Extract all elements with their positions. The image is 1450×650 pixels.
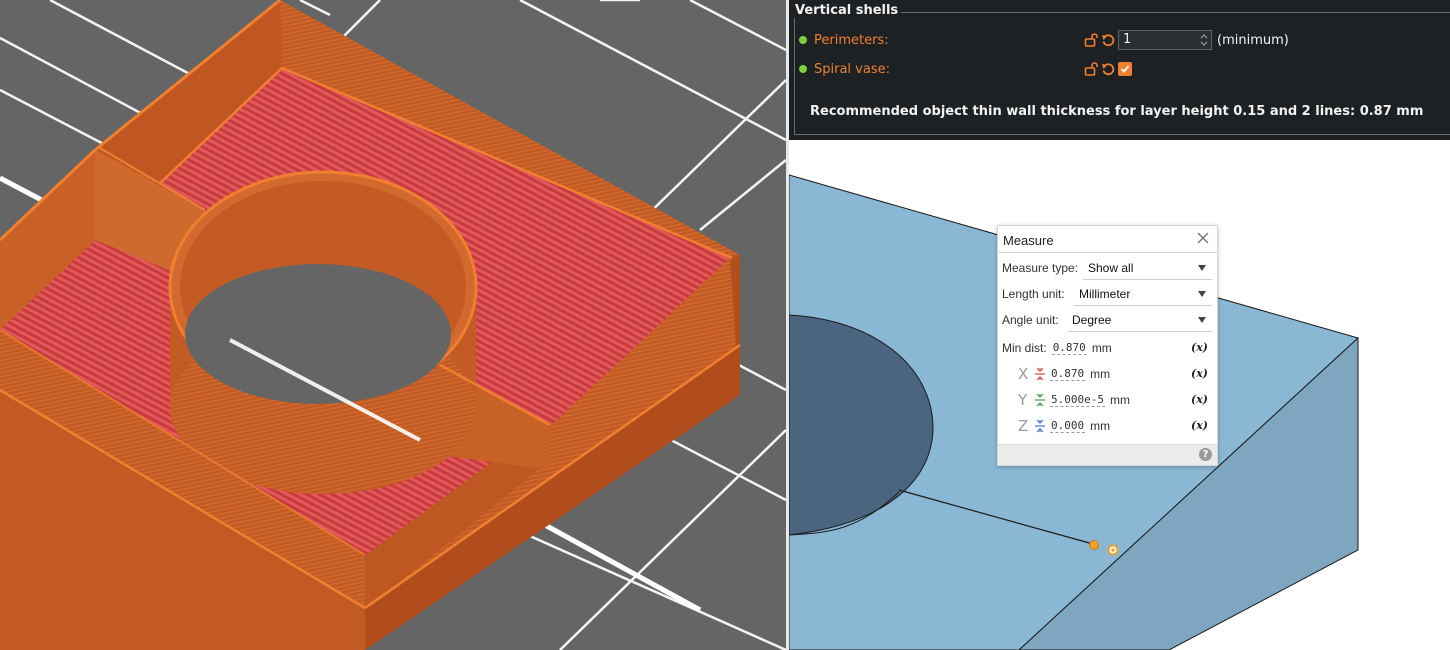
perimeters-value: 1: [1123, 32, 1132, 47]
modified-dot-icon: [799, 36, 807, 44]
close-icon[interactable]: [1197, 232, 1209, 244]
lock-open-icon[interactable]: [1084, 33, 1098, 47]
help-icon[interactable]: ?: [1199, 448, 1212, 461]
length-unit-label: Length unit:: [1002, 287, 1065, 301]
measure-dialog: Measure Measure type: Show all Length un…: [997, 225, 1218, 466]
measure-header: Measure: [998, 226, 1217, 253]
z-axis-label: Z: [1018, 417, 1029, 435]
min-dist-unit: mm: [1091, 341, 1112, 355]
spiral-vase-label: Spiral vase:: [814, 61, 890, 77]
y-axis-label: Y: [1018, 391, 1028, 409]
distance-icon: [1035, 419, 1045, 433]
angle-unit-row: Angle unit: Degree: [1002, 308, 1212, 332]
spiral-vase-row: Spiral vase:: [799, 59, 1132, 79]
function-icon[interactable]: (x): [1191, 367, 1208, 380]
y-row: Y 5.000e-5 mm (x): [1018, 388, 1212, 412]
chevron-down-icon: [1198, 265, 1206, 271]
length-unit-select[interactable]: Millimeter: [1074, 282, 1212, 306]
modified-dot-icon: [799, 65, 807, 73]
z-unit: mm: [1090, 419, 1111, 433]
min-dist-value[interactable]: 0.870: [1051, 341, 1087, 355]
distance-icon: [1035, 393, 1045, 407]
settings-panel: Vertical shells Perimeters: 1 (minimum) …: [789, 0, 1450, 140]
print-preview-scene: [0, 0, 786, 650]
measure-point-a[interactable]: [1089, 540, 1099, 550]
print-preview-viewport[interactable]: [0, 0, 786, 650]
cylinder-hole: [185, 264, 451, 404]
angle-unit-value: Degree: [1072, 312, 1112, 327]
section-title: Vertical shells: [792, 3, 902, 18]
right-pane: Vertical shells Perimeters: 1 (minimum) …: [789, 0, 1450, 650]
z-value[interactable]: 0.000: [1050, 419, 1086, 433]
measure-type-value: Show all: [1088, 260, 1134, 275]
function-icon[interactable]: (x): [1191, 419, 1208, 432]
recommendation-text: Recommended object thin wall thickness f…: [810, 104, 1424, 119]
checkmark-icon: [1120, 65, 1130, 73]
y-value[interactable]: 5.000e-5: [1050, 393, 1105, 407]
measure-footer: ?: [998, 444, 1217, 465]
spiral-vase-checkbox[interactable]: [1118, 62, 1132, 76]
angle-unit-select[interactable]: Degree: [1067, 308, 1212, 332]
measure-title: Measure: [1003, 233, 1054, 248]
angle-unit-label: Angle unit:: [1002, 313, 1059, 327]
x-value[interactable]: 0.870: [1050, 367, 1086, 381]
min-dist-row: Min dist: 0.870 mm (x): [1002, 336, 1212, 360]
x-row: X 0.870 mm (x): [1018, 362, 1212, 386]
distance-icon: [1035, 367, 1045, 381]
function-icon[interactable]: (x): [1191, 393, 1208, 406]
perimeters-row: Perimeters: 1 (minimum): [799, 30, 1289, 50]
function-icon[interactable]: (x): [1191, 341, 1208, 354]
reset-arrow-icon[interactable]: [1101, 62, 1115, 76]
spin-arrows-icon[interactable]: [1199, 32, 1209, 48]
y-unit: mm: [1109, 393, 1130, 407]
measure-type-label: Measure type:: [1002, 261, 1079, 275]
min-dist-label: Min dist:: [1002, 341, 1047, 355]
length-unit-value: Millimeter: [1079, 286, 1131, 301]
x-axis-label: X: [1018, 365, 1029, 383]
measure-type-row: Measure type: Show all: [1002, 256, 1212, 280]
perimeters-label: Perimeters:: [814, 32, 889, 48]
measure-type-select[interactable]: Show all: [1083, 256, 1212, 280]
perimeters-suffix: (minimum): [1217, 32, 1289, 48]
length-unit-row: Length unit: Millimeter: [1002, 282, 1212, 306]
lock-open-icon[interactable]: [1084, 62, 1098, 76]
z-row: Z 0.000 mm (x): [1018, 414, 1212, 438]
x-unit: mm: [1090, 367, 1111, 381]
chevron-down-icon: [1198, 291, 1206, 297]
perimeters-input[interactable]: 1: [1118, 30, 1212, 50]
reset-arrow-icon[interactable]: [1101, 33, 1115, 47]
chevron-down-icon: [1198, 317, 1206, 323]
